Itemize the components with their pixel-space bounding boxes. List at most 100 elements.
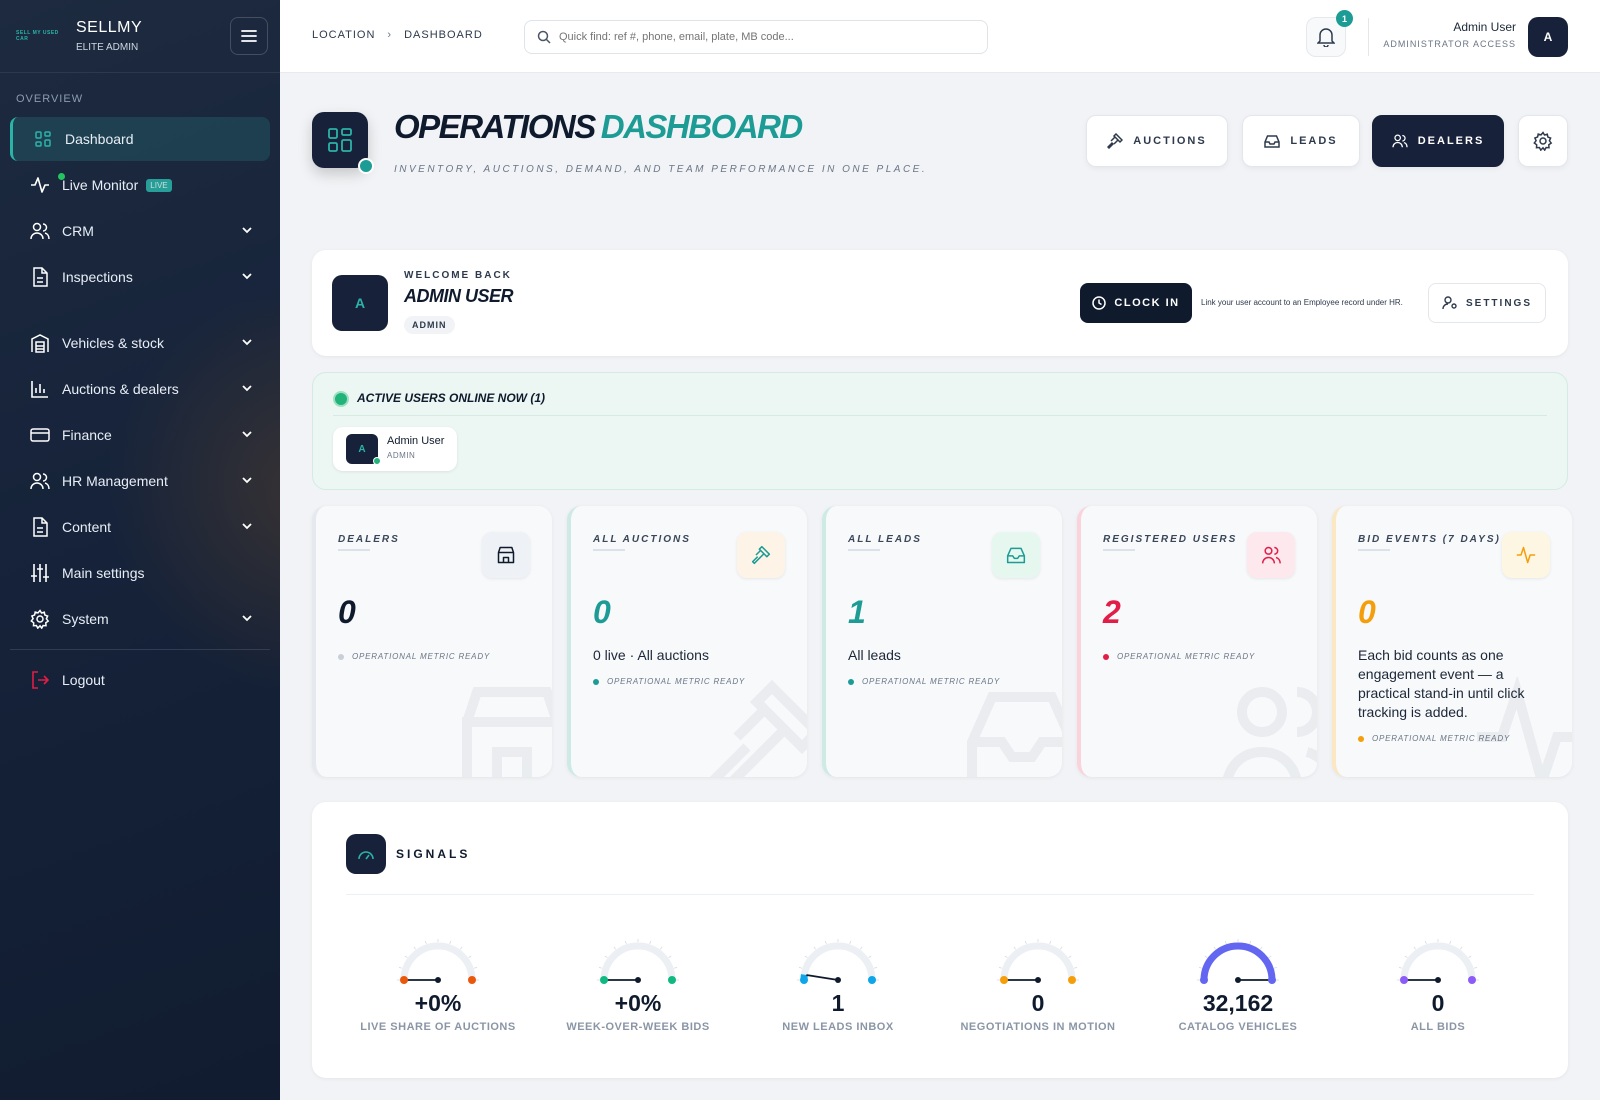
page-subtitle: INVENTORY, AUCTIONS, DEMAND, AND TEAM PE… [394, 164, 928, 175]
sidebar-item-content[interactable]: Content [10, 505, 270, 549]
user-role: ADMINISTRATOR ACCESS [1383, 39, 1516, 49]
status-dot [338, 653, 344, 660]
live-indicator-dot [58, 173, 65, 180]
notification-count-badge: 1 [1336, 10, 1353, 27]
sidebar-item-finance[interactable]: Finance [10, 413, 270, 457]
page-title-part2: DASHBOARD [600, 108, 804, 145]
search-icon [537, 30, 551, 44]
metric-card-registered-users[interactable]: REGISTERED USERS 2 OPERATIONAL METRIC READ… [1077, 506, 1317, 777]
inbox-icon [1264, 135, 1281, 148]
grid-icon [33, 129, 53, 149]
sidebar: SELL MY USED CAR SELLMY ELITE ADMIN OVER… [0, 0, 280, 1100]
metric-label: ALL LEADS [848, 534, 922, 545]
gauge-value: 0 [1431, 990, 1445, 1016]
topbar-divider [1368, 18, 1369, 56]
gavel-icon [737, 532, 785, 578]
live-badge: LIVE [146, 178, 172, 192]
active-users-panel: ACTIVE USERS ONLINE NOW (1) A Admin User… [312, 372, 1568, 490]
leads-button[interactable]: LEADS [1242, 115, 1360, 167]
chevron-down-icon [242, 227, 252, 234]
sidebar-item-label: Inspections [62, 269, 133, 285]
sidebar-item-dashboard[interactable]: Dashboard [10, 117, 270, 161]
active-user-name: Admin User [387, 435, 445, 447]
users-icon [1392, 134, 1408, 148]
search-box[interactable] [524, 20, 988, 54]
metric-card-all-leads[interactable]: ALL LEADS 1 All leads OPERATIONAL METRIC RE… [822, 506, 1062, 777]
users-icon [1247, 532, 1295, 578]
status-dot [593, 678, 599, 685]
breadcrumb-location[interactable]: LOCATION [312, 29, 375, 41]
user-info[interactable]: Admin User ADMINISTRATOR ACCESS [1383, 20, 1516, 49]
gavel-watermark-icon [709, 679, 807, 777]
gauge-dial [997, 939, 1079, 984]
metric-description: All leads [848, 647, 901, 663]
speedometer-icon [346, 834, 386, 874]
chevron-down-icon [242, 431, 252, 438]
gear-icon [1533, 131, 1553, 151]
sidebar-item-crm[interactable]: CRM [10, 209, 270, 253]
metric-label: ALL AUCTIONS [593, 534, 691, 545]
avatar[interactable]: A [1528, 17, 1568, 57]
status-dot [848, 678, 854, 685]
sidebar-item-hr-management[interactable]: HR Management [10, 459, 270, 503]
metric-value: 0 [1358, 594, 1376, 630]
bell-icon [1317, 28, 1335, 47]
breadcrumb: LOCATION › DASHBOARD [312, 29, 483, 41]
gauge-dial [1397, 939, 1479, 984]
chevron-down-icon [242, 273, 252, 280]
role-badge: ADMIN [404, 316, 455, 334]
logout-button[interactable]: Logout [10, 658, 270, 702]
logout-icon [30, 670, 50, 690]
active-users-title: ACTIVE USERS ONLINE NOW (1) [357, 391, 546, 405]
sidebar-item-inspections[interactable]: Inspections [10, 255, 270, 299]
document-icon [30, 267, 50, 287]
brand-subtitle: ELITE ADMIN [76, 42, 139, 53]
search-input[interactable] [559, 31, 959, 43]
clock-in-label: CLOCK IN [1114, 297, 1180, 309]
profile-settings-button[interactable]: SETTINGS [1428, 283, 1546, 323]
metric-card-dealers[interactable]: DEALERS 0 OPERATIONAL METRIC READY [312, 506, 552, 777]
clock-in-button[interactable]: CLOCK IN [1080, 283, 1192, 323]
brand-logo[interactable]: SELL MY USED CAR [16, 29, 62, 43]
metric-card-all-auctions[interactable]: ALL AUCTIONS 0 0 live · All auctions OPERAT… [567, 506, 807, 777]
signals-divider [346, 894, 1534, 895]
building-icon [30, 333, 50, 353]
metric-value: 1 [848, 594, 866, 630]
metric-label-underline [1103, 549, 1135, 551]
metric-value: 2 [1103, 594, 1121, 630]
signals-panel: SIGNALS +0% LIVE SHARE OF AUCTIONS +0% WEEK… [312, 802, 1568, 1078]
sidebar-item-label: Main settings [62, 565, 145, 581]
menu-toggle-button[interactable] [230, 17, 268, 55]
metric-status-text: OPERATIONAL METRIC READY [1117, 652, 1256, 661]
metric-card-bid-events-7-days[interactable]: BID EVENTS (7 DAYS) 0 Each bid counts as o… [1332, 506, 1572, 777]
status-dot [1358, 735, 1364, 742]
document-icon [30, 517, 50, 537]
gauge-live-share-of-auctions: +0% LIVE SHARE OF AUCTIONS [338, 938, 538, 1033]
clock-in-hint: Link your user account to an Employee re… [1201, 298, 1403, 307]
metric-description: 0 live · All auctions [593, 647, 709, 663]
metric-label-underline [848, 549, 880, 551]
bar-chart-icon [30, 379, 50, 399]
gauge-label: NEGOTIATIONS IN MOTION [960, 1021, 1116, 1033]
sidebar-item-vehicles-stock[interactable]: Vehicles & stock [10, 321, 270, 365]
metric-value: 0 [593, 594, 611, 630]
sidebar-item-label: Auctions & dealers [62, 381, 179, 397]
sidebar-item-auctions-dealers[interactable]: Auctions & dealers [10, 367, 270, 411]
status-dot [1103, 653, 1109, 660]
gauge-dial [1197, 939, 1279, 984]
signals-title: SIGNALS [396, 847, 471, 861]
notifications-button[interactable]: 1 [1306, 10, 1353, 57]
sidebar-item-live-monitor[interactable]: Live Monitor LIVE [10, 163, 270, 207]
active-users-divider [333, 415, 1547, 416]
auctions-button[interactable]: AUCTIONS [1086, 115, 1228, 167]
active-user-chip[interactable]: A Admin User ADMIN [333, 427, 457, 471]
sidebar-item-main-settings[interactable]: Main settings [10, 551, 270, 595]
sidebar-item-system[interactable]: System [10, 597, 270, 641]
gauge-catalog-vehicles: 32,162 CATALOG VEHICLES [1138, 938, 1338, 1033]
status-dot [358, 158, 374, 174]
gauge-value: 1 [831, 990, 845, 1016]
settings-gear-button[interactable] [1518, 115, 1568, 167]
chevron-down-icon [242, 615, 252, 622]
dealers-button[interactable]: DEALERS [1372, 115, 1504, 167]
inbox-watermark-icon [967, 692, 1062, 777]
